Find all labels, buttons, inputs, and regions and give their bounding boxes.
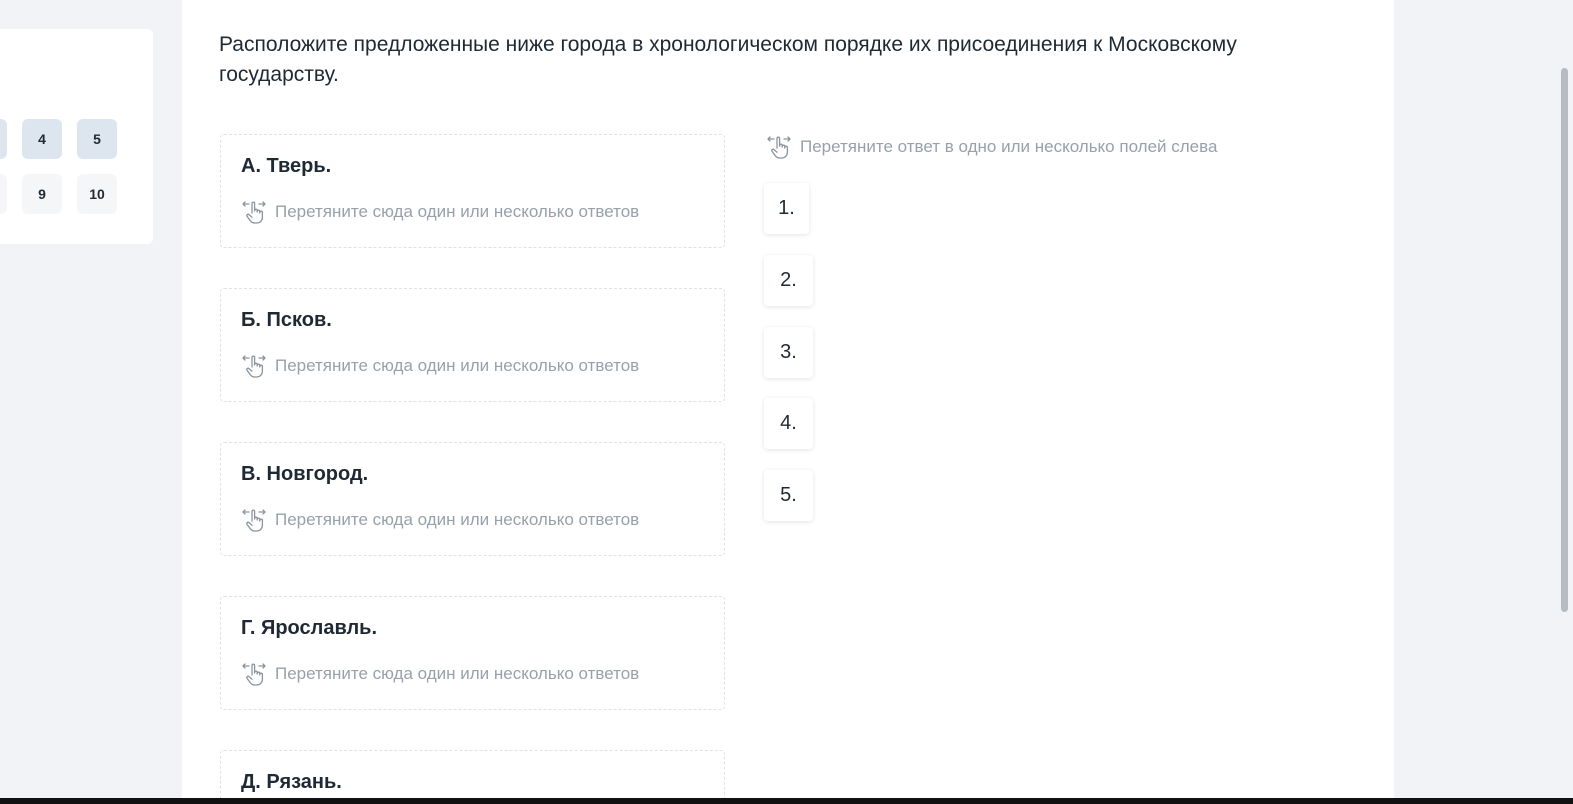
drop-zone-label: Б. Псков. [241, 309, 332, 331]
question-nav-button-3-partial[interactable] [0, 119, 7, 159]
answers-hint: Перетяните ответ в одно или несколько по… [766, 134, 1217, 160]
drop-zone-hint-text: Перетяните сюда один или несколько ответ… [275, 664, 640, 683]
drop-zone-label: В. Новгород. [241, 463, 369, 485]
drop-zone-hint: Перетяните сюда один или несколько ответ… [241, 353, 639, 379]
drag-hand-icon [241, 661, 267, 687]
drop-zone-b[interactable]: Б. Псков. Перетяните сюда один или неско… [220, 288, 725, 402]
answer-option-2[interactable]: 2. [764, 255, 813, 306]
drag-hand-icon [241, 199, 267, 225]
drop-zone-hint-text: Перетяните сюда один или несколько ответ… [275, 510, 640, 529]
drop-zone-g[interactable]: Г. Ярославль. Перетяните сюда один или н… [220, 596, 725, 710]
question-card: Расположите предложенные ниже города в х… [182, 0, 1394, 804]
drag-hand-icon [241, 507, 267, 533]
drop-zone-hint: Перетяните сюда один или несколько ответ… [241, 507, 639, 533]
drop-zone-label: Д. Рязань. [241, 771, 342, 793]
answer-option-1[interactable]: 1. [764, 183, 809, 234]
drop-zone-a[interactable]: А. Тверь. Перетяните сюда один или неско… [220, 134, 725, 248]
question-text: Расположите предложенные ниже города в х… [219, 33, 1237, 86]
question-nav-button-10[interactable]: 10 [77, 174, 117, 214]
drop-zone-label: А. Тверь. [241, 155, 332, 177]
answer-option-5[interactable]: 5. [764, 470, 813, 521]
question-nav-button-9[interactable]: 9 [22, 174, 62, 214]
answer-option-3[interactable]: 3. [764, 327, 813, 378]
drop-zone-hint: Перетяните сюда один или несколько ответ… [241, 199, 639, 225]
drag-hand-icon [241, 353, 267, 379]
question-nav-panel: 4 5 9 10 [0, 29, 153, 244]
scrollbar-thumb[interactable] [1561, 68, 1568, 612]
question-nav-button-4[interactable]: 4 [22, 119, 62, 159]
window-bottom-border [0, 798, 1573, 804]
drop-zone-v[interactable]: В. Новгород. Перетяните сюда один или не… [220, 442, 725, 556]
drop-zone-hint-text: Перетяните сюда один или несколько ответ… [275, 356, 640, 375]
drag-hand-icon [766, 134, 792, 160]
drop-zone-label: Г. Ярославль. [241, 617, 378, 639]
drop-zone-d[interactable]: Д. Рязань. [220, 750, 725, 804]
question-nav-button-5[interactable]: 5 [77, 119, 117, 159]
question-nav-button-8-partial[interactable] [0, 174, 7, 214]
app-root: 4 5 9 10 Расположите предложенные ниже г… [0, 0, 1573, 804]
answer-option-4[interactable]: 4. [764, 398, 813, 449]
drop-zone-hint-text: Перетяните сюда один или несколько ответ… [275, 202, 640, 221]
answers-hint-text: Перетяните ответ в одно или несколько по… [800, 137, 1218, 156]
drop-zone-hint: Перетяните сюда один или несколько ответ… [241, 661, 639, 687]
